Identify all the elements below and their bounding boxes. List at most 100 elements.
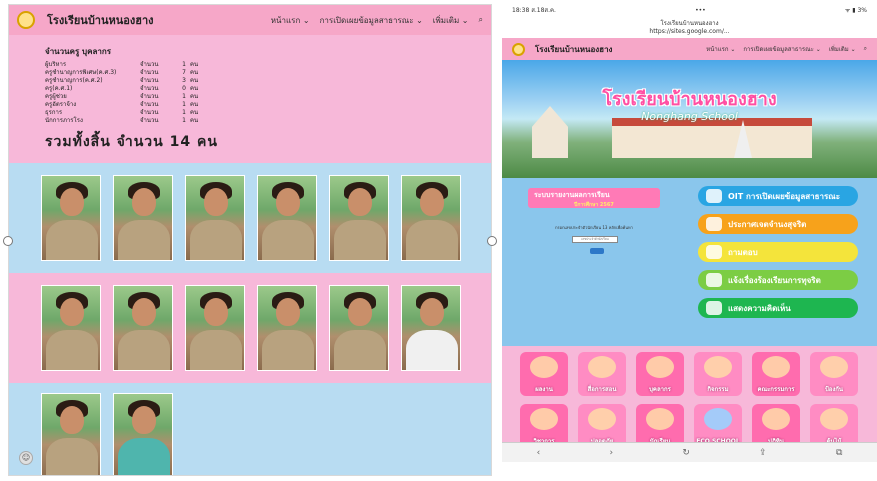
oit-button[interactable]: OIT การเปิดเผยข้อมูลสาธารณะ (698, 186, 858, 206)
student-id-input[interactable]: เลขประจำตัวนักเรียน (572, 236, 618, 243)
comment-icon (706, 301, 722, 315)
staff-unit: คน (190, 85, 199, 92)
staff-label: จำนวน (140, 117, 159, 124)
share-icon[interactable]: ⇪ (759, 448, 767, 458)
nav-public-info[interactable]: การเปิดเผยข้อมูลสาธารณะ (743, 44, 820, 54)
staff-photo[interactable] (401, 175, 461, 261)
staff-label: จำนวน (140, 101, 159, 108)
staff-photo[interactable] (257, 285, 317, 371)
site-title[interactable]: โรงเรียนบ้านหนองฮาง (47, 11, 154, 29)
site-title[interactable]: โรงเรียนบ้านหนองฮาง (535, 43, 612, 56)
school-logo[interactable] (512, 42, 525, 56)
school-banner: โรงเรียนบ้านหนองฮาง Nonghang School (502, 60, 877, 178)
tile-illustration (762, 356, 790, 378)
pill-label: ประกาศเจตจำนงสุจริต (728, 219, 807, 229)
search-button[interactable] (590, 248, 604, 254)
status-dots: ••• (695, 6, 706, 14)
comment-icon[interactable]: ☺ (19, 451, 33, 465)
qa-button[interactable]: ถามตอบ (698, 242, 858, 262)
tile-label: คณะกรรมการ (757, 386, 795, 393)
tile-illustration (704, 356, 732, 378)
tile-label: ป้องกัน (824, 386, 844, 393)
staff-summary: จำนวนครู บุคลากร ผู้บริหาร จำนวน 1 คน ครูชำน… (9, 35, 491, 163)
staff-label: จำนวน (140, 61, 159, 68)
staff-role: ครูชำนาญการ(ค.ศ.2) (45, 77, 103, 84)
grade-report-button[interactable]: ระบบรายงานผลการเรียน ปีการศึกษา 2567 (528, 188, 660, 208)
nav-more[interactable]: เพิ่มเติม (433, 14, 469, 27)
staff-photo[interactable] (329, 175, 389, 261)
oit-icon (706, 189, 722, 203)
staff-role: ธุรการ (45, 109, 63, 116)
link-tile[interactable]: สื่อการสอน (578, 352, 626, 396)
staff-role: ครูอัตราจ้าง (45, 101, 77, 108)
staff-unit: คน (190, 109, 199, 116)
search-icon[interactable]: ⌕ (479, 15, 483, 25)
qa-icon (706, 245, 722, 259)
announce-icon (706, 217, 722, 231)
link-tile[interactable]: กิจกรรม (694, 352, 742, 396)
link-tile[interactable]: บุคลากร (636, 352, 684, 396)
staff-count: 7 (182, 69, 186, 76)
tile-illustration (530, 356, 558, 378)
nav-home[interactable]: หน้าแรก (271, 14, 310, 27)
pill-label: แจ้งเรื่องร้องเรียนการทุจริต (728, 275, 821, 285)
banner-title: โรงเรียนบ้านหนองฮาง (602, 89, 777, 110)
integrity-button[interactable]: ประกาศเจตจำนงสุจริต (698, 214, 858, 234)
staff-count: 1 (182, 101, 186, 108)
forward-icon[interactable]: › (609, 448, 613, 458)
staff-unit: คน (190, 117, 199, 124)
reload-icon[interactable]: ↻ (682, 448, 690, 458)
link-tile[interactable]: คณะกรรมการ (752, 352, 800, 396)
staff-row: ครูผู้ช่วย จำนวน 1 คน (45, 93, 455, 101)
link-tile[interactable]: ป้องกัน (810, 352, 858, 396)
nav-menu: หน้าแรก การเปิดเผยข้อมูลสาธารณะ เพิ่มเติ… (271, 14, 483, 27)
staff-photo[interactable] (113, 175, 173, 261)
staff-photo[interactable] (401, 285, 461, 371)
staff-photo[interactable] (185, 285, 245, 371)
url-bar[interactable]: โรงเรียนบ้านหนองฮาง https://sites.google… (502, 20, 877, 36)
screenshot-composite: โรงเรียนบ้านหนองฮาง หน้าแรก การเปิดเผยข้… (0, 0, 877, 481)
staff-count: 0 (182, 85, 186, 92)
staff-photo[interactable] (329, 285, 389, 371)
tile-illustration (588, 408, 616, 430)
resize-handle-left[interactable] (3, 236, 13, 246)
tabs-icon[interactable]: ⧉ (836, 448, 842, 458)
nav-home[interactable]: หน้าแรก (706, 44, 735, 54)
status-time: 18:38 ส.18ส.ค. (512, 7, 556, 14)
resize-handle-right[interactable] (487, 236, 497, 246)
search-icon[interactable]: ⌕ (864, 45, 867, 53)
staff-count: 1 (182, 117, 186, 124)
staff-photo[interactable] (41, 285, 101, 371)
staff-photo[interactable] (113, 393, 173, 475)
top-navbar: โรงเรียนบ้านหนองฮาง หน้าแรก การเปิดเผยข้… (9, 5, 491, 35)
staff-role: ครูชำนาญการพิเศษ(ค.ศ.3) (45, 69, 117, 76)
tile-illustration (704, 408, 732, 430)
link-tile[interactable]: ผลงาน (520, 352, 568, 396)
tile-label: ผลงาน (535, 386, 553, 393)
staff-row: ครูชำนาญการ(ค.ศ.2) จำนวน 3 คน (45, 77, 455, 85)
right-panel: 18:38 ส.18ส.ค. ••• ᯤ ▮ 3% โรงเรียนบ้านหน… (502, 0, 877, 481)
staff-row: ผู้บริหาร จำนวน 1 คน (45, 61, 455, 69)
complaint-button[interactable]: แจ้งเรื่องร้องเรียนการทุจริต (698, 270, 858, 290)
staff-rows: ผู้บริหาร จำนวน 1 คน ครูชำนาญการพิเศษ(ค.ศ.3)… (45, 61, 455, 125)
staff-role: ครูผู้ช่วย (45, 93, 67, 100)
pill-label: ถามตอบ (728, 247, 758, 257)
feedback-button[interactable]: แสดงความคิดเห็น (698, 298, 858, 318)
staff-unit: คน (190, 77, 199, 84)
grade-report-year: ปีการศึกษา 2567 (574, 202, 614, 208)
photo-row (41, 175, 461, 261)
staff-photo[interactable] (41, 393, 101, 475)
nav-public-info[interactable]: การเปิดเผยข้อมูลสาธารณะ (320, 14, 423, 27)
nav-more[interactable]: เพิ่มเติม (829, 44, 856, 54)
building-illustration (612, 118, 812, 158)
staff-photo[interactable] (257, 175, 317, 261)
staff-unit: คน (190, 69, 199, 76)
school-logo[interactable] (17, 11, 35, 29)
staff-row: ครู(ค.ศ.1) จำนวน 0 คน (45, 85, 455, 93)
staff-photo[interactable] (41, 175, 101, 261)
staff-photo[interactable] (113, 285, 173, 371)
report-icon (706, 273, 722, 287)
staff-photo[interactable] (185, 175, 245, 261)
back-icon[interactable]: ‹ (537, 448, 541, 458)
pill-label: OIT การเปิดเผยข้อมูลสาธารณะ (728, 191, 840, 201)
